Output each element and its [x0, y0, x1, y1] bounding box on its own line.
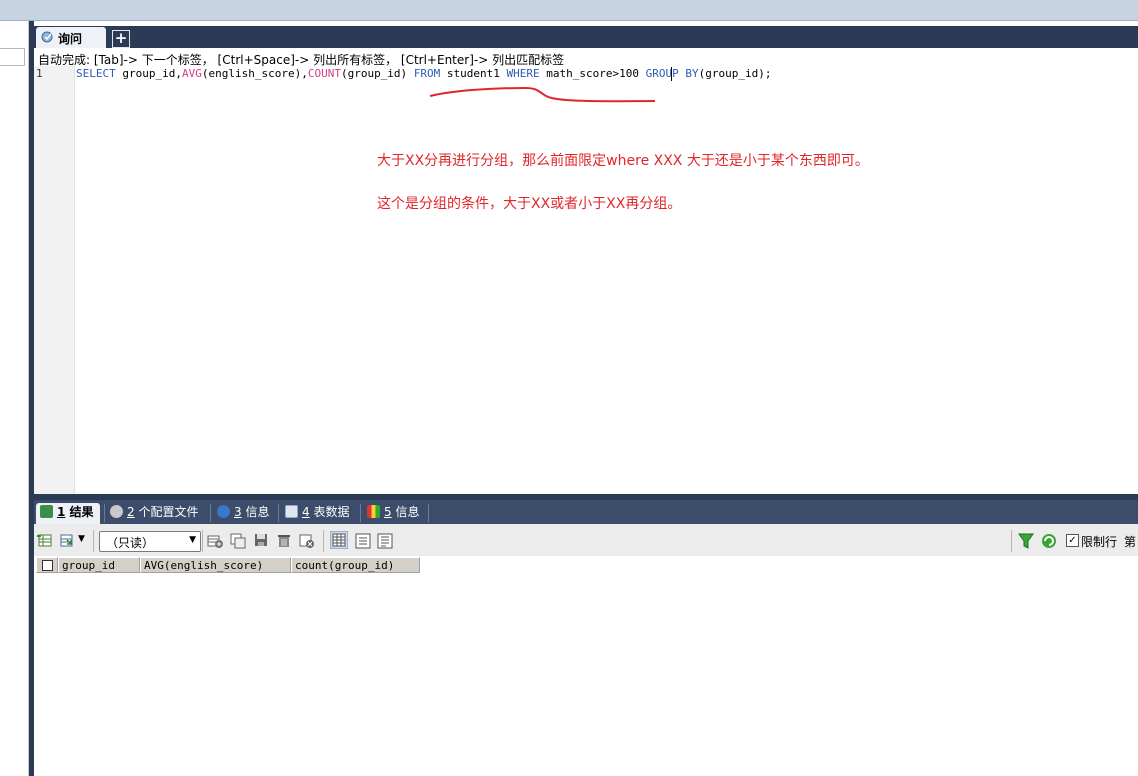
tab-query[interactable]: 询问: [36, 27, 106, 48]
export-grid-icon[interactable]: [37, 532, 53, 548]
sql-token: WHERE: [506, 67, 540, 80]
clear-icon[interactable]: [299, 533, 315, 549]
sql-token: student1: [440, 67, 507, 80]
add-row-icon[interactable]: [207, 533, 223, 549]
filter-icon[interactable]: [1018, 533, 1034, 549]
toolbar-separator: [323, 530, 324, 552]
query-tab-bar: [34, 26, 1138, 48]
chevron-down-icon: ▼: [189, 535, 196, 545]
table-data-icon: [285, 505, 298, 518]
toolbar-separator: [1011, 530, 1012, 552]
info-icon: [217, 505, 230, 518]
toolbar-separator: [202, 530, 203, 552]
new-query-tab-button[interactable]: +: [112, 30, 130, 48]
profile-icon: [110, 505, 123, 518]
object-filter-input[interactable]: [0, 48, 25, 66]
tab-profile[interactable]: 2 个配置文件: [110, 503, 198, 524]
column-header-group-id[interactable]: group_id: [58, 557, 140, 573]
form-view-icon[interactable]: [355, 533, 371, 549]
sql-token: AVG: [181, 67, 202, 80]
tab-separator: [104, 504, 105, 522]
results-grid[interactable]: [34, 556, 1138, 776]
tab-query-label: 询问: [58, 32, 83, 46]
column-header-avg-english-score[interactable]: AVG(english_score): [140, 557, 291, 573]
chevron-down-icon[interactable]: ▼: [78, 534, 85, 544]
tab-table-data[interactable]: 4 表数据: [285, 503, 349, 524]
tab-info-2[interactable]: 5 信息: [367, 503, 419, 524]
sql-token: (english_score),: [201, 67, 308, 80]
save-icon[interactable]: [253, 532, 269, 548]
sql-token: FROM: [413, 67, 441, 80]
tab-result[interactable]: 1 结果: [36, 503, 100, 524]
tab-separator: [278, 504, 279, 522]
annotation-note-2: 这个是分组的条件，大于XX或者小于XX再分组。: [377, 196, 682, 212]
tab-separator: [210, 504, 211, 522]
import-icon[interactable]: [59, 532, 75, 548]
sql-code-line[interactable]: SELECT group_id,AVG(english_score),COUNT…: [76, 67, 771, 80]
readonly-select[interactable]: （只读） ▼: [99, 531, 201, 552]
window-top-band: [0, 0, 1138, 21]
tab-separator: [360, 504, 361, 522]
column-header-count-group-id[interactable]: count(group_id): [291, 557, 420, 573]
red-underline-annotation: [429, 86, 656, 103]
limit-rows-checkbox[interactable]: ✓: [1066, 534, 1079, 547]
query-icon: [41, 31, 53, 43]
annotation-note-1: 大于XX分再进行分组，那么前面限定where XXX 大于还是小于某个东西即可。: [377, 153, 869, 169]
editor-gutter: [34, 66, 75, 494]
refresh-icon[interactable]: [1041, 533, 1057, 549]
text-view-icon[interactable]: [377, 533, 393, 549]
toolbar-separator: [93, 530, 94, 552]
text-caret: [671, 67, 672, 81]
sql-token: math_score>100: [539, 67, 646, 80]
tab-info[interactable]: 3 信息: [217, 503, 269, 524]
tab-separator: [428, 504, 429, 522]
object-browser-panel: [0, 21, 29, 776]
sql-token: GROUP BY: [645, 67, 699, 80]
result-tab-bar: 1 结果 2 个配置文件 3 信息 4 表数据 5 信息: [34, 500, 1138, 524]
autocomplete-hint-bar: 自动完成: [Tab]-> 下一个标签， [Ctrl+Space]-> 列出所有…: [34, 48, 1138, 67]
grid-icon: [40, 505, 53, 518]
line-number: 1: [36, 67, 43, 80]
sql-editor[interactable]: [75, 66, 1138, 494]
duplicate-row-icon[interactable]: [230, 533, 246, 549]
sql-token: (group_id): [340, 67, 414, 80]
page-label: 第: [1124, 535, 1137, 549]
select-all-checkbox[interactable]: [36, 557, 58, 573]
limit-rows-label: 限制行: [1081, 535, 1118, 549]
sql-token: (group_id);: [698, 67, 772, 80]
sql-token: SELECT: [76, 67, 116, 80]
grid-view-icon[interactable]: [330, 531, 348, 549]
info-colored-icon: [367, 505, 380, 518]
delete-icon[interactable]: [276, 532, 292, 548]
sql-token: group_id,: [115, 67, 182, 80]
sql-token: COUNT: [307, 67, 341, 80]
